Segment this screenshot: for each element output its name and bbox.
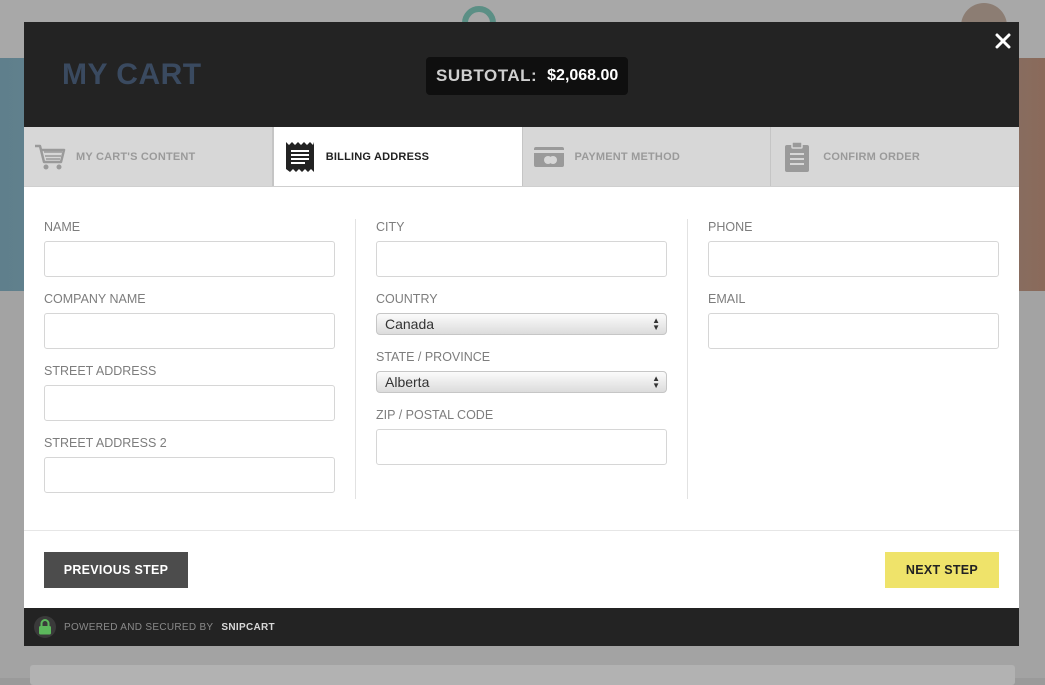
phone-label: PHONE — [708, 220, 753, 234]
country-field-group: COUNTRY Canada ▲ ▼ — [376, 291, 667, 349]
company-field-group: COMPANY NAME — [44, 291, 335, 363]
select-arrows-icon: ▲ ▼ — [652, 316, 660, 332]
state-selected-value: Alberta — [385, 374, 430, 390]
footer-brand-link[interactable]: SNIPCART — [221, 622, 275, 633]
step-cart-content[interactable]: MY CART'S CONTENT — [24, 127, 273, 186]
city-field-group: CITY — [376, 219, 667, 291]
phone-input[interactable] — [708, 241, 999, 277]
company-label: COMPANY NAME — [44, 292, 146, 306]
close-icon — [995, 33, 1011, 49]
country-label: COUNTRY — [376, 292, 438, 306]
background-card — [30, 665, 1015, 685]
form-column-3: PHONE EMAIL — [708, 219, 999, 363]
step-confirm-order-label: CONFIRM ORDER — [823, 150, 920, 163]
previous-step-button[interactable]: PREVIOUS STEP — [44, 552, 188, 588]
street2-field-group: STREET ADDRESS 2 — [44, 435, 335, 507]
city-label: CITY — [376, 220, 405, 234]
cart-icon — [34, 141, 66, 173]
email-field-group: EMAIL — [708, 291, 999, 363]
step-cart-content-label: MY CART'S CONTENT — [76, 150, 196, 163]
zip-input[interactable] — [376, 429, 667, 465]
billing-form: NAME COMPANY NAME STREET ADDRESS STREET … — [24, 187, 1019, 530]
form-column-2: CITY COUNTRY Canada ▲ ▼ STATE / PROVINCE … — [376, 219, 667, 479]
street-field-group: STREET ADDRESS — [44, 363, 335, 435]
checkout-steps: MY CART'S CONTENT BILLING ADDRESS PAYMEN… — [24, 127, 1019, 187]
email-input[interactable] — [708, 313, 999, 349]
street-input[interactable] — [44, 385, 335, 421]
credit-card-icon — [533, 141, 565, 173]
state-label: STATE / PROVINCE — [376, 350, 491, 364]
zip-label: ZIP / POSTAL CODE — [376, 408, 494, 422]
street2-input[interactable] — [44, 457, 335, 493]
name-label: NAME — [44, 220, 81, 234]
street-label: STREET ADDRESS — [44, 364, 157, 378]
subtotal-value: $2,068.00 — [547, 67, 619, 84]
step-billing-address[interactable]: BILLING ADDRESS — [272, 127, 523, 186]
state-select[interactable]: Alberta ▲ ▼ — [376, 371, 667, 393]
country-select[interactable]: Canada ▲ ▼ — [376, 313, 667, 335]
step-confirm-order[interactable]: CONFIRM ORDER — [771, 127, 1019, 186]
state-field-group: STATE / PROVINCE Alberta ▲ ▼ — [376, 349, 667, 407]
zip-field-group: ZIP / POSTAL CODE — [376, 407, 667, 479]
street2-label: STREET ADDRESS 2 — [44, 436, 167, 450]
form-column-1: NAME COMPANY NAME STREET ADDRESS STREET … — [44, 219, 335, 507]
footer-text: POWERED AND SECURED BY — [64, 621, 214, 633]
subtotal-badge: SUBTOTAL: $2,068.00 — [426, 57, 629, 95]
next-step-button[interactable]: NEXT STEP — [885, 552, 999, 588]
column-divider — [355, 219, 356, 499]
step-payment-method[interactable]: PAYMENT METHOD — [522, 127, 772, 186]
modal-header: MY CART SUBTOTAL: $2,068.00 — [24, 22, 1019, 127]
close-button[interactable] — [992, 30, 1014, 52]
clipboard-icon — [781, 140, 813, 173]
receipt-icon — [284, 141, 316, 173]
step-billing-address-label: BILLING ADDRESS — [325, 150, 430, 163]
city-input[interactable] — [376, 241, 667, 277]
step-payment-method-label: PAYMENT METHOD — [574, 150, 680, 163]
country-selected-value: Canada — [385, 316, 435, 332]
modal-footer: POWERED AND SECURED BY SNIPCART — [24, 608, 1019, 646]
name-field-group: NAME — [44, 219, 335, 291]
phone-field-group: PHONE — [708, 219, 999, 291]
company-input[interactable] — [44, 313, 335, 349]
actions-separator — [24, 530, 1019, 531]
cart-modal: MY CART SUBTOTAL: $2,068.00 MY CART'S CO… — [24, 22, 1019, 646]
subtotal-label: SUBTOTAL: — [436, 66, 538, 85]
email-label: EMAIL — [708, 292, 746, 306]
lock-icon — [34, 616, 56, 638]
select-arrows-icon: ▲ ▼ — [652, 374, 660, 390]
name-input[interactable] — [44, 241, 335, 277]
cart-title: MY CART — [62, 58, 202, 91]
column-divider — [687, 219, 688, 499]
